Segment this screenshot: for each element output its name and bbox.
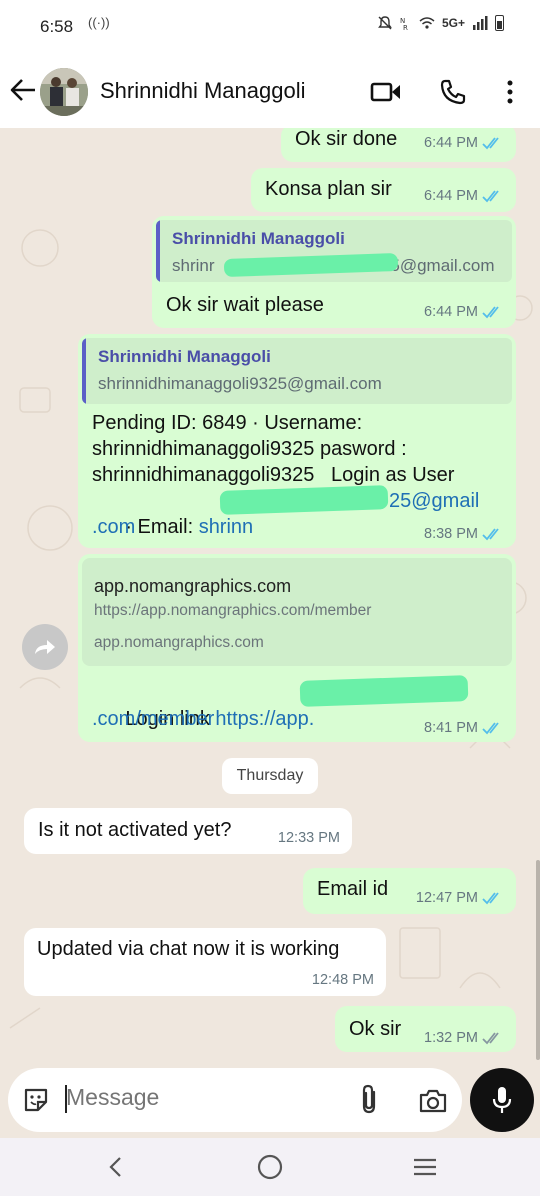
login-link-end[interactable]: .com/member	[92, 706, 214, 732]
delivered-ticks-icon	[482, 1032, 499, 1045]
redaction-mark	[219, 485, 389, 515]
quote-accent-bar	[156, 220, 160, 282]
quoted-message[interactable]: Shrinnidhi Managgoli shrinnidhimanaggoli…	[82, 338, 512, 404]
message-time: 12:33 PM	[277, 830, 340, 846]
sticker-icon[interactable]	[22, 1086, 50, 1114]
message-time: 12:47 PM	[415, 890, 478, 906]
quote-author: Shrinnidhi Managgoli	[98, 347, 271, 366]
message-meta: 1:32 PM	[424, 1030, 504, 1046]
message-composer	[8, 1068, 462, 1132]
nav-recents-icon[interactable]	[410, 1152, 440, 1182]
message-bubble-outgoing-link[interactable]: app.nomangraphics.com https://app.nomang…	[78, 554, 516, 742]
mute-bell-icon	[378, 16, 392, 30]
email-label: · Email:	[125, 516, 199, 538]
message-time: 1:32 PM	[424, 1030, 478, 1046]
more-options-icon[interactable]	[493, 76, 527, 108]
wifi-icon	[419, 17, 435, 29]
message-text: Ok sir	[349, 1018, 402, 1040]
voice-call-icon[interactable]	[436, 76, 470, 108]
back-arrow-icon[interactable]	[8, 74, 38, 106]
day-divider: Thursday	[222, 758, 318, 794]
redaction-mark	[299, 675, 469, 707]
read-ticks-icon	[482, 528, 499, 541]
status-icons: NR 5G+	[377, 15, 504, 31]
read-ticks-icon	[482, 722, 499, 735]
email-link-start[interactable]: shrinn	[199, 516, 253, 538]
message-text: Ok sir wait please	[166, 294, 324, 316]
forward-button[interactable]	[22, 624, 68, 670]
read-ticks-icon	[482, 137, 499, 150]
message-time: 6:44 PM	[424, 188, 478, 204]
battery-icon	[495, 15, 504, 31]
quote-text-start: shrinr	[172, 256, 215, 275]
scrollbar-thumb[interactable]	[536, 860, 540, 1060]
microphone-icon	[492, 1087, 512, 1113]
chat-header: Shrinnidhi Managgoli	[0, 54, 540, 128]
hotspot-icon: ((·))	[88, 15, 110, 30]
message-meta: 6:44 PM	[424, 188, 504, 204]
message-line: Pending ID: 6849 · Username:	[92, 412, 363, 434]
nav-back-icon[interactable]	[100, 1152, 130, 1182]
attach-icon[interactable]	[358, 1084, 382, 1116]
message-input[interactable]	[66, 1084, 336, 1111]
message-time: 8:38 PM	[424, 526, 478, 542]
system-navigation-bar	[0, 1138, 540, 1196]
message-bubble-outgoing[interactable]: Konsa plan sir 6:44 PM	[251, 168, 516, 212]
login-link-start[interactable]: https://app.	[215, 708, 314, 730]
preview-title: app.nomangraphics.com	[94, 576, 292, 596]
message-time: 6:44 PM	[424, 135, 478, 151]
quote-accent-bar	[82, 338, 86, 404]
camera-icon[interactable]	[418, 1088, 448, 1114]
message-bubble-outgoing[interactable]: Ok sir 1:32 PM	[335, 1006, 516, 1052]
chat-area[interactable]: Ok sir done 6:44 PM Konsa plan sir 6:44 …	[0, 128, 540, 1068]
message-bubble-outgoing[interactable]: Email id 12:47 PM	[303, 868, 516, 914]
message-meta: 8:41 PM	[424, 720, 504, 736]
nr-icon: NR	[400, 17, 408, 31]
video-call-icon[interactable]	[369, 76, 403, 108]
email-link-domain[interactable]: .com	[92, 514, 135, 540]
preview-domain: app.nomangraphics.com	[94, 634, 264, 651]
forward-icon	[35, 640, 55, 654]
status-bar: 6:58 ((·)) NR 5G+	[0, 0, 540, 54]
network-type: 5G+	[441, 16, 465, 30]
message-bubble-outgoing[interactable]: Ok sir done 6:44 PM	[281, 128, 516, 162]
message-meta: 12:47 PM	[416, 890, 504, 906]
message-bubble-incoming[interactable]: Is it not activated yet? 12:33 PM	[24, 808, 352, 854]
message-bubble-outgoing-reply[interactable]: Shrinnidhi Managgoli shrinr 9325@gmail.c…	[152, 216, 516, 328]
message-text: Updated via chat now it is working	[37, 938, 340, 960]
preview-url: https://app.nomangraphics.com/member	[94, 602, 372, 619]
nav-home-icon[interactable]	[255, 1152, 285, 1182]
message-time: 12:48 PM	[311, 972, 374, 988]
message-line: shrinnidhimanaggoli9325 pasword :	[92, 438, 407, 460]
message-text: Email id	[317, 878, 389, 900]
voice-record-button[interactable]	[470, 1068, 534, 1132]
message-line: shrinnidhimanaggoli9325 Login as User	[92, 464, 455, 486]
contact-avatar[interactable]	[40, 68, 88, 116]
quote-author: Shrinnidhi Managgoli	[172, 229, 345, 248]
read-ticks-icon	[482, 892, 499, 905]
message-bubble-incoming[interactable]: Updated via chat now it is working 12:48…	[24, 928, 386, 996]
message-meta: 12:48 PM	[312, 972, 374, 988]
message-meta: 6:44 PM	[424, 304, 504, 320]
message-meta: 12:33 PM	[278, 830, 340, 846]
message-time: 8:41 PM	[424, 720, 478, 736]
message-meta: 6:44 PM	[424, 135, 504, 151]
quoted-message[interactable]: Shrinnidhi Managgoli shrinr 9325@gmail.c…	[156, 220, 512, 282]
read-ticks-icon	[482, 306, 499, 319]
status-time: 6:58	[40, 17, 74, 36]
signal-icon	[473, 16, 488, 30]
svg-text:R: R	[403, 24, 408, 31]
message-text: Is it not activated yet?	[38, 819, 232, 841]
message-meta: 8:38 PM	[424, 526, 504, 542]
email-link-end[interactable]: 25@gmail	[389, 488, 479, 514]
link-preview-card[interactable]: app.nomangraphics.com https://app.nomang…	[82, 558, 512, 666]
message-text: Ok sir done	[295, 128, 398, 150]
contact-name[interactable]: Shrinnidhi Managgoli	[100, 78, 305, 104]
message-bubble-outgoing-reply[interactable]: Shrinnidhi Managgoli shrinnidhimanaggoli…	[78, 334, 516, 548]
message-text: Konsa plan sir	[265, 178, 392, 200]
read-ticks-icon	[482, 190, 499, 203]
quote-text: shrinnidhimanaggoli9325@gmail.com	[98, 374, 382, 393]
message-time: 6:44 PM	[424, 304, 478, 320]
